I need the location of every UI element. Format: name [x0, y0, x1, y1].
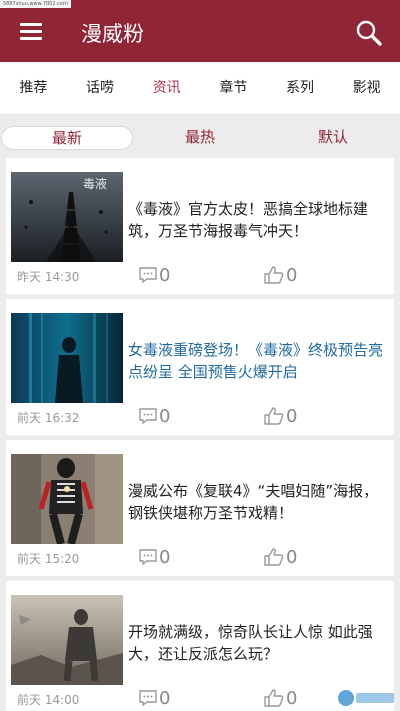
comment-count-value: 0: [159, 405, 171, 427]
tab-movies[interactable]: 影视: [333, 62, 400, 114]
comment-icon: [139, 549, 157, 566]
sort-bar: 最新 最热 默认: [0, 122, 400, 154]
tab-recommend[interactable]: 推荐: [0, 62, 67, 114]
article-time: 前天 14:00: [17, 693, 80, 707]
article-title: 漫威公布《复联4》“夫唱妇随”海报，钢铁侠堪称万圣节戏精！: [128, 482, 379, 522]
article-time: 昨天 14:30: [17, 270, 80, 284]
tab-series[interactable]: 系列: [267, 62, 334, 114]
like-count-value: 0: [286, 264, 298, 286]
like-count-value: 0: [286, 687, 298, 709]
article-card[interactable]: 漫威公布《复联4》“夫唱妇随”海报，钢铁侠堪称万圣节戏精！ 前天 15:20 0…: [6, 440, 394, 576]
article-title: 《毒液》官方太皮！恶搞全球地标建筑，万圣节海报毒气冲天！: [128, 200, 369, 240]
article-thumbnail: [11, 595, 123, 685]
sort-hottest-button[interactable]: 最热: [134, 126, 266, 150]
article-thumbnail: 毒液: [11, 172, 123, 262]
comment-count-value: 0: [159, 687, 171, 709]
article-thumbnail: [11, 313, 123, 403]
thumbnail-logo-text: 毒液: [83, 176, 107, 191]
thumbs-up-icon: [264, 548, 284, 566]
tab-news[interactable]: 资讯: [133, 62, 200, 114]
thumbs-up-icon: [264, 407, 284, 425]
article-card[interactable]: 女毒液重磅登场！《毒液》终极预告亮点纷呈 全国预售火爆开启 前天 16:32 0…: [6, 299, 394, 435]
sort-newest-button[interactable]: 最新: [1, 126, 133, 150]
comment-count[interactable]: 0: [138, 546, 170, 568]
comment-icon: [139, 408, 157, 425]
thumbs-up-icon: [264, 266, 284, 284]
like-count[interactable]: 0: [263, 405, 297, 427]
article-time: 前天 16:32: [17, 411, 80, 425]
category-tabs: 推荐 话唠 资讯 章节 系列 影视: [0, 62, 400, 115]
article-thumbnail: [11, 454, 123, 544]
comment-icon: [139, 267, 157, 284]
like-count-value: 0: [286, 405, 298, 427]
like-count-value: 0: [286, 546, 298, 568]
status-bar: 5887shuu.www.7002.com: [0, 0, 400, 8]
search-icon[interactable]: [355, 19, 383, 47]
comment-icon: [139, 690, 157, 707]
like-count[interactable]: 0: [263, 687, 297, 709]
sort-default-button[interactable]: 默认: [267, 126, 399, 150]
like-count[interactable]: 0: [263, 546, 297, 568]
app-bar: 漫威粉: [0, 8, 400, 62]
comment-count[interactable]: 0: [138, 405, 170, 427]
comment-count[interactable]: 0: [138, 687, 170, 709]
app-title: 漫威粉: [81, 22, 144, 46]
thumbs-up-icon: [264, 689, 284, 707]
corner-watermark-logo: [336, 688, 398, 708]
article-title: 女毒液重磅登场！《毒液》终极预告亮点纷呈 全国预售火爆开启: [128, 341, 384, 381]
menu-icon[interactable]: [20, 22, 42, 42]
comment-count-value: 0: [159, 546, 171, 568]
tab-chapters[interactable]: 章节: [200, 62, 267, 114]
comment-count[interactable]: 0: [138, 264, 170, 286]
article-title: 开场就满级，惊奇队长让人惊 如此强大，还让反派怎么玩？: [128, 623, 373, 663]
like-count[interactable]: 0: [263, 264, 297, 286]
comment-count-value: 0: [159, 264, 171, 286]
article-card[interactable]: 毒液 《毒液》官方太皮！恶搞全球地标建筑，万圣节海报毒气冲天！ 昨天 14:30…: [6, 158, 394, 294]
status-watermark: 5887shuu.www.7002.com: [0, 0, 71, 8]
tab-chat[interactable]: 话唠: [67, 62, 134, 114]
article-time: 前天 15:20: [17, 552, 80, 566]
